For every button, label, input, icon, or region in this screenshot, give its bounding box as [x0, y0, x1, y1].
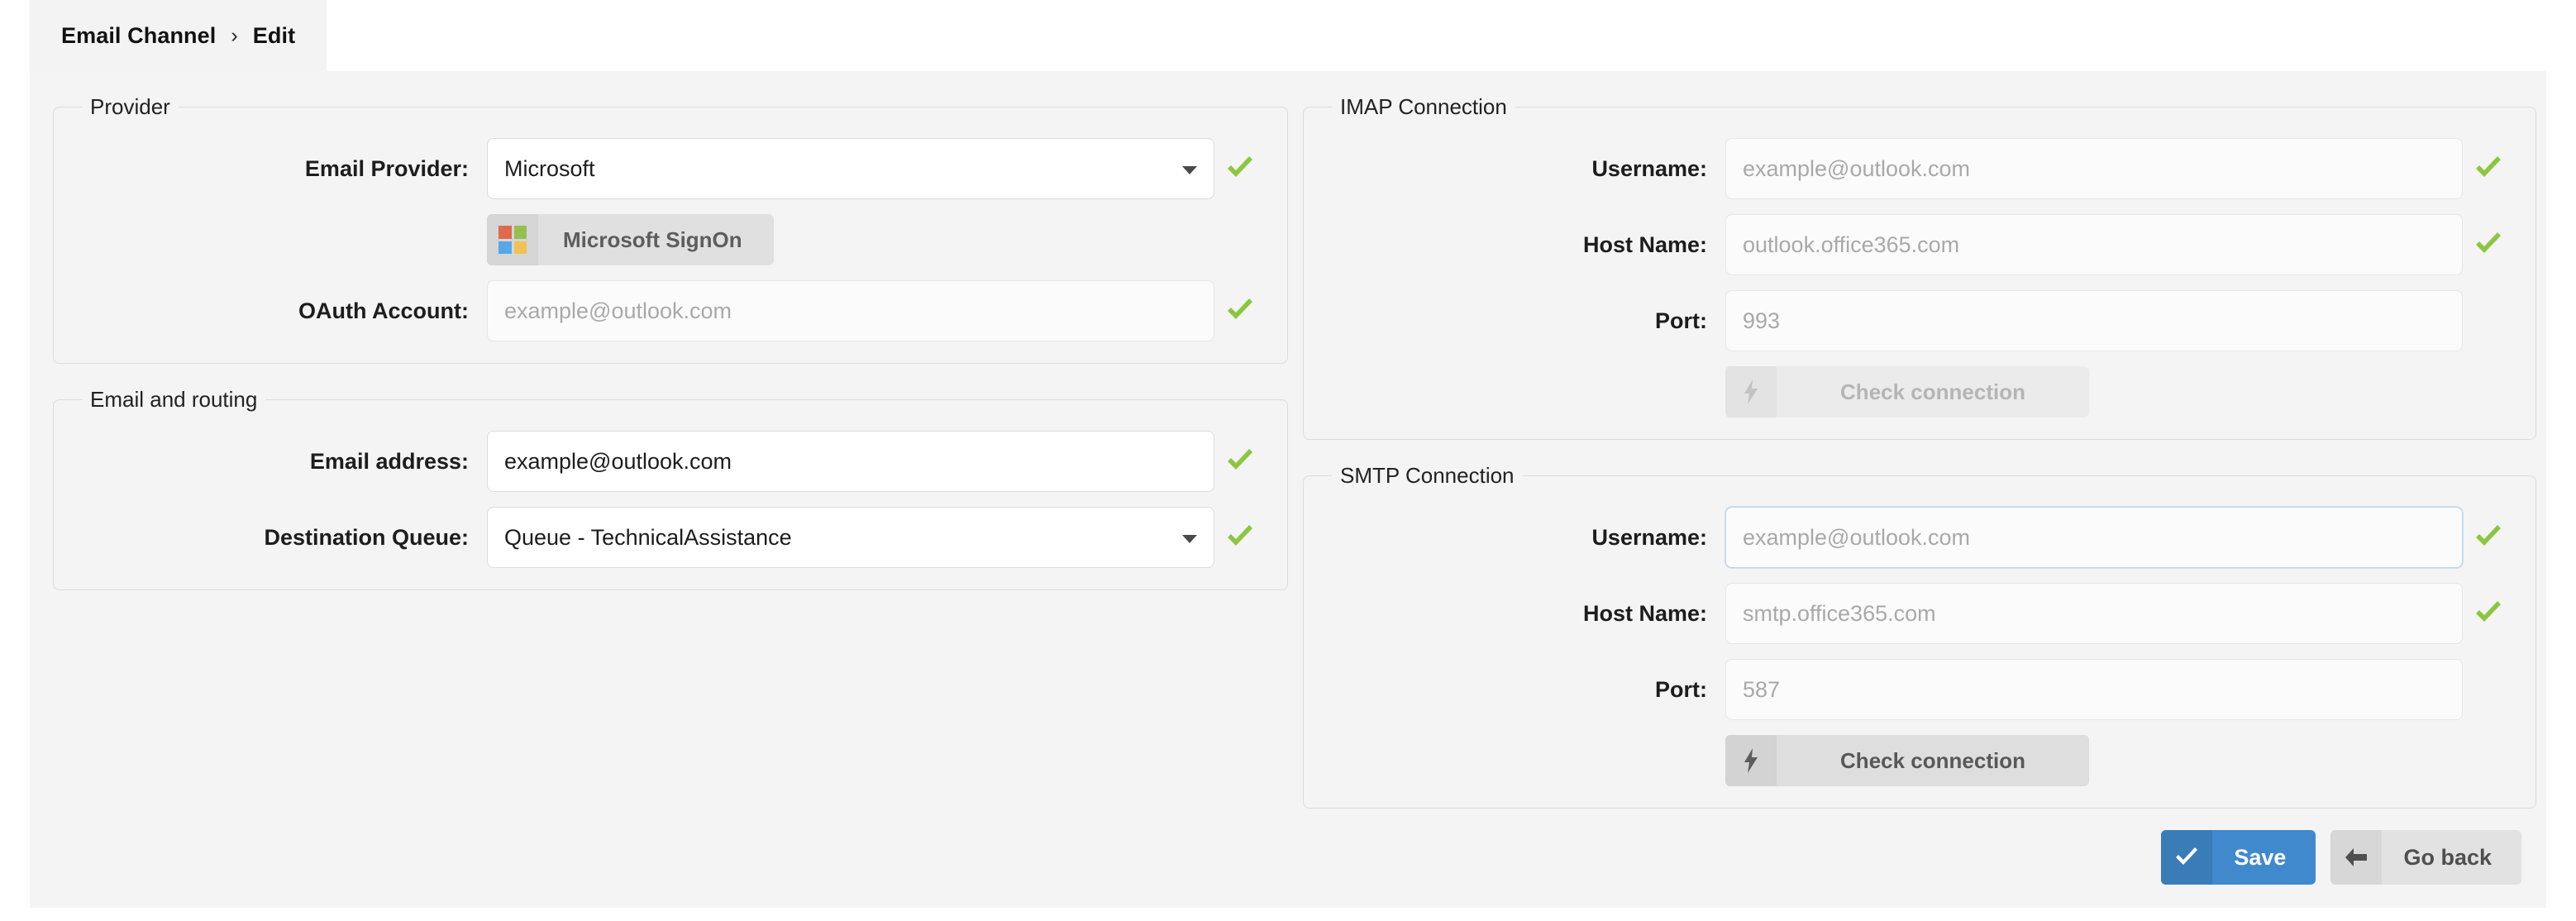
- email-provider-valid-icon: [1214, 156, 1266, 181]
- chevron-down-icon: [1182, 535, 1197, 543]
- imap-username-placeholder: example@outlook.com: [1743, 155, 1971, 181]
- email-routing-fieldset: Email and routing Email address: example…: [53, 387, 1288, 590]
- tab-strip: Email Channel › Edit: [30, 0, 327, 71]
- smtp-username-valid-icon: [2463, 525, 2514, 550]
- destination-queue-valid-icon: [1214, 525, 1266, 550]
- email-provider-select[interactable]: Microsoft: [487, 138, 1214, 199]
- row-smtp-check-connection: Check connection: [1325, 735, 2514, 786]
- email-address-input[interactable]: example@outlook.com: [487, 431, 1214, 492]
- imap-username-label: Username:: [1591, 155, 1707, 181]
- check-icon: [2161, 830, 2213, 885]
- imap-hostname-label: Host Name:: [1582, 231, 1707, 257]
- email-address-value: example@outlook.com: [504, 448, 732, 474]
- row-microsoft-signon: Microsoft SignOn: [75, 214, 1266, 265]
- smtp-username-placeholder: example@outlook.com: [1743, 524, 1971, 550]
- left-column: Provider Email Provider: Microsoft Micro…: [53, 94, 1288, 613]
- smtp-check-connection-label: Check connection: [1840, 747, 2025, 773]
- oauth-account-placeholder: example@outlook.com: [504, 298, 732, 323]
- microsoft-signon-button[interactable]: Microsoft SignOn: [487, 214, 774, 265]
- imap-check-connection-label: Check connection: [1840, 379, 2025, 404]
- smtp-hostname-placeholder: smtp.office365.com: [1743, 600, 1936, 626]
- breadcrumb-parent[interactable]: Email Channel: [61, 23, 216, 49]
- lightning-bolt-icon: [1725, 735, 1777, 786]
- row-imap-username: Username: example@outlook.com: [1325, 138, 2514, 199]
- row-smtp-port: Port: 587: [1325, 659, 2514, 720]
- smtp-hostname-valid-icon: [2463, 601, 2514, 626]
- imap-hostname-valid-icon: [2463, 232, 2514, 257]
- destination-queue-label: Destination Queue:: [264, 524, 469, 550]
- footer-actions: Save Go back: [2161, 830, 2521, 885]
- email-address-label: Email address:: [309, 448, 469, 474]
- oauth-account-label: OAuth Account:: [298, 298, 469, 323]
- imap-username-input[interactable]: example@outlook.com: [1725, 138, 2463, 199]
- smtp-username-label: Username:: [1591, 524, 1707, 550]
- smtp-port-placeholder: 587: [1743, 676, 1781, 702]
- imap-port-label: Port:: [1655, 308, 1707, 333]
- row-oauth-account: OAuth Account: example@outlook.com: [75, 280, 1266, 341]
- row-imap-port: Port: 993: [1325, 290, 2514, 351]
- imap-connection-fieldset: IMAP Connection Username: example@outloo…: [1303, 94, 2536, 440]
- microsoft-signon-label: Microsoft SignOn: [563, 227, 742, 252]
- breadcrumb-current: Edit: [252, 22, 296, 48]
- imap-port-placeholder: 993: [1743, 308, 1781, 333]
- imap-port-input[interactable]: 993: [1725, 290, 2463, 351]
- go-back-button[interactable]: Go back: [2330, 830, 2521, 885]
- row-email-address: Email address: example@outlook.com: [75, 431, 1266, 492]
- email-provider-label: Email Provider:: [304, 155, 469, 181]
- imap-username-valid-icon: [2463, 156, 2514, 181]
- smtp-legend: SMTP Connection: [1340, 463, 1515, 488]
- oauth-account-valid-icon: [1214, 298, 1266, 323]
- save-label: Save: [2234, 844, 2287, 870]
- row-email-provider: Email Provider: Microsoft: [75, 138, 1266, 199]
- right-column: IMAP Connection Username: example@outloo…: [1303, 94, 2536, 832]
- microsoft-logo-icon: [487, 214, 538, 265]
- destination-queue-value: Queue - TechnicalAssistance: [504, 524, 792, 550]
- provider-legend: Provider: [90, 94, 170, 119]
- arrow-left-icon: [2330, 830, 2383, 885]
- smtp-port-label: Port:: [1655, 676, 1707, 702]
- destination-queue-select[interactable]: Queue - TechnicalAssistance: [487, 507, 1214, 568]
- row-smtp-username: Username: example@outlook.com: [1325, 507, 2514, 568]
- oauth-account-input[interactable]: example@outlook.com: [487, 280, 1214, 341]
- imap-check-connection-button[interactable]: Check connection: [1725, 366, 2089, 418]
- chevron-down-icon: [1182, 166, 1197, 174]
- email-routing-legend: Email and routing: [90, 387, 258, 412]
- row-smtp-hostname: Host Name: smtp.office365.com: [1325, 583, 2514, 644]
- smtp-connection-fieldset: SMTP Connection Username: example@outloo…: [1303, 463, 2536, 809]
- row-imap-check-connection: Check connection: [1325, 366, 2514, 418]
- smtp-check-connection-button[interactable]: Check connection: [1725, 735, 2089, 786]
- row-imap-hostname: Host Name: outlook.office365.com: [1325, 214, 2514, 275]
- email-address-valid-icon: [1214, 449, 1266, 474]
- chevron-right-icon: ›: [231, 23, 238, 47]
- form-panel: Provider Email Provider: Microsoft Micro…: [30, 71, 2546, 908]
- email-provider-value: Microsoft: [504, 155, 595, 181]
- tab-email-channel-edit[interactable]: Email Channel › Edit: [30, 0, 327, 71]
- smtp-username-input[interactable]: example@outlook.com: [1725, 507, 2463, 568]
- imap-legend: IMAP Connection: [1340, 94, 1507, 119]
- imap-hostname-placeholder: outlook.office365.com: [1743, 231, 1960, 257]
- imap-hostname-input[interactable]: outlook.office365.com: [1725, 214, 2463, 275]
- save-button[interactable]: Save: [2161, 830, 2316, 885]
- smtp-port-input[interactable]: 587: [1725, 659, 2463, 720]
- provider-fieldset: Provider Email Provider: Microsoft Micro…: [53, 94, 1288, 364]
- smtp-hostname-input[interactable]: smtp.office365.com: [1725, 583, 2463, 644]
- go-back-label: Go back: [2403, 844, 2492, 870]
- row-destination-queue: Destination Queue: Queue - TechnicalAssi…: [75, 507, 1266, 568]
- smtp-hostname-label: Host Name:: [1582, 600, 1707, 626]
- lightning-bolt-icon: [1725, 366, 1777, 418]
